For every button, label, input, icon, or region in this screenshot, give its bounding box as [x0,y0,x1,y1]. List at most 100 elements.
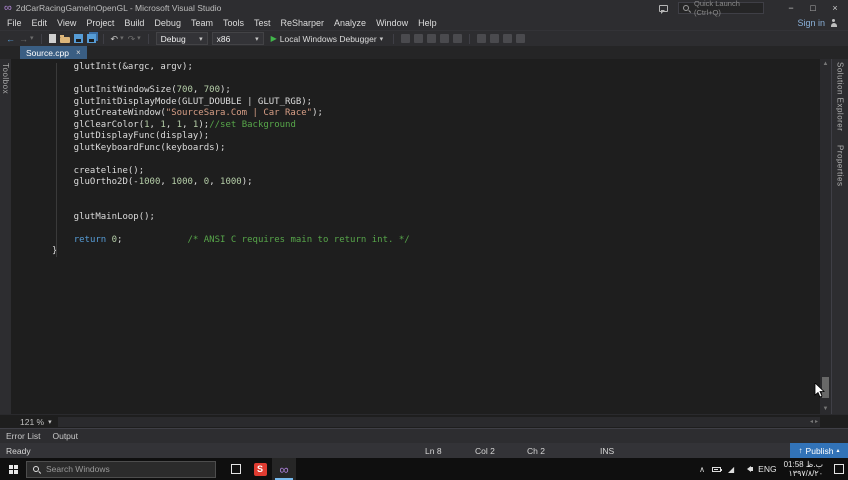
toolbar-icon[interactable] [503,34,513,43]
toolbar-icon[interactable] [427,34,437,43]
tray-expand-icon[interactable]: ∧ [699,465,705,474]
code-line[interactable]: } [52,246,820,258]
code-line[interactable]: glutDisplayFunc(display); [52,131,820,143]
configuration-dropdown[interactable]: Debug ▾ [155,32,208,45]
scrollbar-track[interactable] [820,69,831,404]
taskbar-clock[interactable]: 01:58 ب.ظ ۱۳۹۷/۸/۲۰ [784,460,823,478]
code-line[interactable]: glutInitDisplayMode(GLUT_DOUBLE | GLUT_R… [52,97,820,109]
configuration-value: Debug [160,33,186,44]
taskbar-app-visual-studio[interactable]: ∞ [272,458,296,480]
navigation-dropdown-icon[interactable]: ▾ [30,32,34,46]
close-button[interactable]: × [826,3,844,13]
start-debugging-button[interactable]: ▶ Local Windows Debugger ▾ [268,34,387,44]
code-line[interactable]: glClearColor(1, 1, 1, 1);//set Backgroun… [52,120,820,132]
user-icon[interactable] [829,19,838,28]
redo-dropdown-icon[interactable]: ▾ [137,32,141,46]
menu-item-team[interactable]: Team [186,18,218,28]
scroll-up-icon[interactable]: ▲ [823,59,829,69]
platform-dropdown[interactable]: x86 ▾ [211,32,264,45]
menu-item-view[interactable]: View [52,18,81,28]
sign-in-link[interactable]: Sign in [797,18,825,28]
chevron-down-icon: ▾ [199,35,203,43]
output-tab[interactable]: Output [52,431,78,441]
code-line[interactable]: createline(); [52,166,820,178]
toolbar-icon[interactable] [516,34,526,43]
toolbox-tab[interactable]: Toolbox [1,63,10,94]
toolbar-icon[interactable] [440,34,450,43]
code-line[interactable] [52,189,820,201]
open-file-icon[interactable] [59,34,70,43]
tab-close-icon[interactable]: × [76,48,81,57]
taskbar-search-input[interactable]: Search Windows [26,460,216,478]
redo-icon[interactable]: ↷ [128,32,136,46]
code-line[interactable]: return 0; /* ANSI C requires main to ret… [52,235,820,247]
menu-item-file[interactable]: File [2,18,27,28]
code-line[interactable]: glutMainLoop(); [52,212,820,224]
scroll-right-icon[interactable]: ▸ [815,417,818,427]
menu-item-build[interactable]: Build [119,18,149,28]
status-column: Col 2 [475,445,495,456]
save-all-icon[interactable] [86,34,96,43]
menu-item-resharper[interactable]: ReSharper [276,18,330,28]
quick-launch-input[interactable]: Quick Launch (Ctrl+Q) [678,0,764,17]
menu-item-test[interactable]: Test [249,18,276,28]
start-button[interactable] [0,458,26,480]
zoom-selector[interactable]: 121 % ▾ [0,417,58,427]
clock-date: ۱۳۹۷/۸/۲۰ [788,469,823,478]
task-view-button[interactable] [224,458,248,480]
publish-icon: ↑ [798,446,803,455]
taskbar-app-sourcesara[interactable]: S [248,458,272,480]
toolbar-icon[interactable] [477,34,487,43]
code-line[interactable] [52,154,820,166]
toolbar-icon[interactable] [490,34,500,43]
code-line[interactable]: glutKeyboardFunc(keyboards); [52,143,820,155]
feedback-icon[interactable] [659,4,668,14]
code-area[interactable]: glutInit(&argc, argv); glutInitWindowSiz… [11,59,820,258]
play-icon: ▶ [270,34,277,43]
menu-item-debug[interactable]: Debug [149,18,186,28]
code-line[interactable]: glutInit(&argc, argv); [52,62,820,74]
code-line[interactable]: gluOrtho2D(-1000, 1000, 0, 1000); [52,177,820,189]
vertical-scrollbar[interactable]: ▲ ▼ [820,59,831,414]
code-line[interactable] [52,74,820,86]
code-line[interactable] [52,200,820,212]
new-file-icon[interactable] [48,34,56,43]
system-tray: ∧ ◢ ENG 01:58 ب.ظ ۱۳۹۷/۸/۲۰ [699,460,848,478]
maximize-button[interactable]: □ [804,3,822,13]
menu-item-edit[interactable]: Edit [27,18,53,28]
language-indicator[interactable]: ENG [758,464,776,474]
error-list-tab[interactable]: Error List [6,431,40,441]
menu-item-window[interactable]: Window [371,18,413,28]
solution-explorer-tab[interactable]: Solution Explorer [836,62,845,131]
menu-item-analyze[interactable]: Analyze [329,18,371,28]
code-line[interactable]: glutInitWindowSize(700, 700); [52,85,820,97]
network-icon[interactable]: ◢ [728,465,734,474]
minimize-button[interactable]: − [782,3,800,13]
undo-dropdown-icon[interactable]: ▾ [120,32,124,46]
save-icon[interactable] [73,34,83,43]
battery-icon[interactable] [712,466,723,472]
code-editor[interactable]: glutInit(&argc, argv); glutInitWindowSiz… [11,59,820,414]
toolbar-icon[interactable] [414,34,424,43]
toolbar-icon[interactable] [453,34,463,43]
navigate-back-icon[interactable]: ← [6,32,15,46]
title-bar: ∞ 2dCarRacingGameInOpenGL - Microsoft Vi… [0,0,848,17]
horizontal-scrollbar[interactable]: ◂ ▸ [57,416,820,427]
menu-item-help[interactable]: Help [413,18,442,28]
volume-icon[interactable] [744,466,754,472]
action-center-icon[interactable] [834,464,844,474]
tab-source-cpp[interactable]: Source.cpp × [20,46,87,59]
navigate-forward-icon[interactable]: → [19,32,28,46]
properties-tab[interactable]: Properties [836,145,845,186]
undo-icon[interactable]: ↶ [111,32,119,46]
clock-time: 01:58 ب.ظ [783,460,823,469]
menu-item-project[interactable]: Project [81,18,119,28]
code-line[interactable]: glutCreateWindow("SourceSara.Com | Car R… [52,108,820,120]
menu-item-tools[interactable]: Tools [218,18,249,28]
toolbar-icon[interactable] [401,34,411,43]
scroll-left-icon[interactable]: ◂ [810,417,813,427]
scroll-down-icon[interactable]: ▼ [823,404,829,414]
sourcesara-app-icon: S [253,462,267,476]
publish-button[interactable]: ↑ Publish ▴ [790,443,848,458]
code-line[interactable] [52,223,820,235]
